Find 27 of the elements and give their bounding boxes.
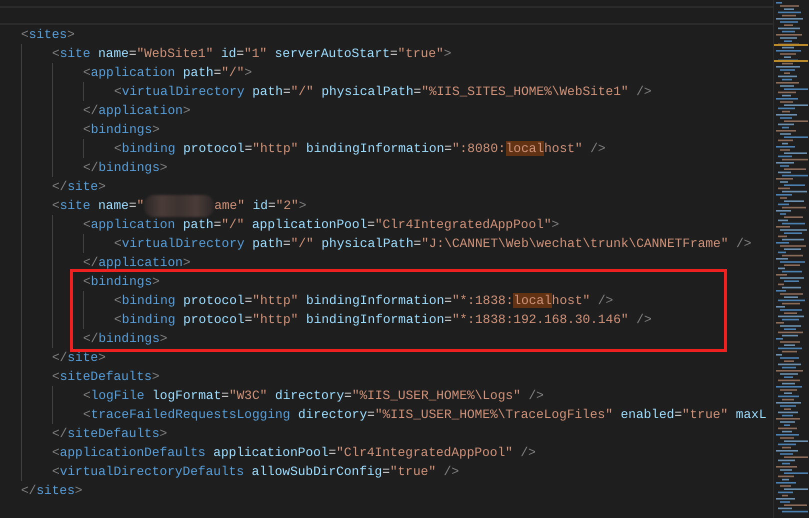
code-line: <bindings>: [83, 120, 160, 139]
blurred-text: [144, 194, 214, 216]
code-line: </sites>: [21, 482, 82, 500]
code-line: <sites>: [21, 26, 75, 44]
code-line: <logFile logFormat="W3C" directory="%IIS_USER_HOME%\Logs" />: [83, 386, 544, 405]
code-line: <site name=": [52, 196, 144, 215]
code-line: <virtualDirectory path="/" physicalPath="J:\CANNET\Web\wechat\trunk\CANNETFrame" />: [114, 234, 752, 253]
code-line: <virtualDirectory path="/" physicalPath="%IIS_SITES_HOME%\WebSite1" />: [114, 82, 652, 101]
code-line: <site name="WebSite1" id="1" serverAutoStart="true">: [52, 44, 452, 63]
code-line: <application path="/" applicationPool="Clr4IntegratedAppPool">: [83, 216, 560, 234]
code-line: <virtualDirectoryDefaults allowSubDirConfig="true" />: [52, 462, 460, 481]
code-line: </siteDefaults>: [52, 424, 168, 443]
code-line: <applicationDefaults applicationPool="Clr4IntegratedAppPool" />: [52, 444, 536, 462]
code-line: <siteDefaults>: [52, 368, 160, 386]
code-line: </bindings>: [83, 330, 168, 348]
code-line: <binding protocol="http" bindingInformation="*:1838:localhost" />: [114, 292, 614, 310]
code-line: <traceFailedRequestsLogging directory="%IIS_USER_HOME%\TraceLogFiles" enabled="true" maxL: [83, 406, 767, 424]
code-line: </application>: [83, 102, 191, 120]
code-line: </site>: [52, 348, 106, 367]
code-line: <binding protocol="http" bindingInformation="*:1838:192.168.30.146" />: [114, 310, 652, 329]
code-line: ame" id="2">: [214, 196, 306, 215]
code-line: <binding protocol="http" bindingInformation=":8080:localhost" />: [114, 140, 606, 158]
code-line: </bindings>: [83, 158, 168, 177]
code-line: </application>: [83, 254, 191, 272]
code-line: </site>: [52, 178, 106, 196]
code-line: <application path="/">: [83, 64, 252, 82]
code-line: <bindings>: [83, 272, 160, 291]
